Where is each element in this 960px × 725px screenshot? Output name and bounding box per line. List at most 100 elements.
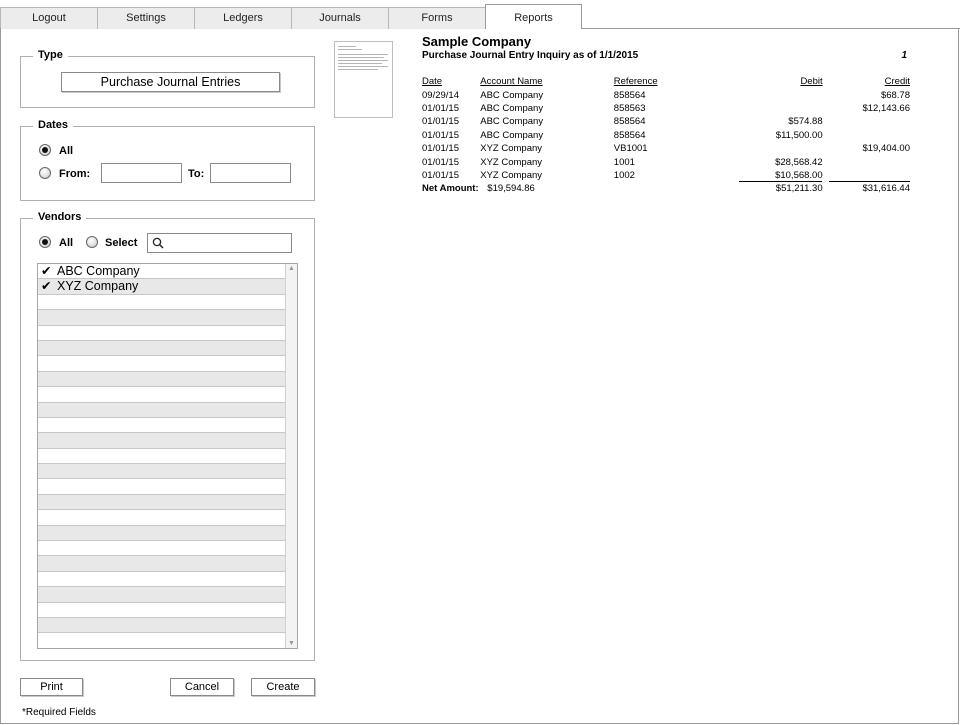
scroll-up-icon[interactable]: ▲ xyxy=(288,265,295,272)
vendor-search-field[interactable] xyxy=(147,233,292,253)
list-item xyxy=(38,617,286,634)
cell-reference: 1001 xyxy=(613,156,635,168)
list-item xyxy=(38,494,286,511)
vendor-name: ABC Company xyxy=(57,264,140,278)
cell-date: 01/01/15 xyxy=(422,143,459,155)
report-table: Date Account Name Reference Debit Credit… xyxy=(422,75,910,196)
table-row: 01/01/15 XYZ Company VB1001 $19,404.00 xyxy=(422,142,910,155)
tab-logout[interactable]: Logout xyxy=(0,7,98,29)
tab-settings[interactable]: Settings xyxy=(97,7,195,29)
report-total-row: Net Amount: $19,594.86 $51,211.30 $31,61… xyxy=(422,182,910,195)
cell-reference: 858564 xyxy=(613,129,646,141)
print-button[interactable]: Print xyxy=(20,678,83,696)
cancel-button[interactable]: Cancel xyxy=(170,678,234,696)
dates-all-radio[interactable] xyxy=(39,144,51,156)
cell-debit: $11,500.00 xyxy=(775,129,823,141)
net-amount-label: Net Amount: xyxy=(422,183,479,195)
cell-date: 01/01/15 xyxy=(422,116,459,128)
dates-all-label: All xyxy=(59,145,74,157)
net-amount-value: $19,594.86 xyxy=(487,183,535,195)
cell-credit xyxy=(823,129,910,142)
list-item xyxy=(38,433,286,449)
cell-account: XYZ Company xyxy=(480,156,543,168)
type-select-button[interactable]: Purchase Journal Entries xyxy=(61,72,280,92)
cell-credit: $19,404.00 xyxy=(862,143,910,155)
list-item xyxy=(38,371,286,388)
vendors-all-label: All xyxy=(59,237,74,249)
report-subtitle: Purchase Journal Entry Inquiry as of 1/1… xyxy=(422,50,639,61)
list-item[interactable]: ✔ XYZ Company xyxy=(38,279,286,295)
list-item[interactable]: ✔ ABC Company xyxy=(38,264,286,280)
vendor-list-scrollbar[interactable]: ▲ ▼ xyxy=(285,264,297,648)
to-label: To: xyxy=(188,168,205,180)
list-item xyxy=(38,356,286,372)
cell-date: 01/01/15 xyxy=(422,156,459,168)
total-debit: $51,211.30 xyxy=(775,183,823,195)
cell-debit xyxy=(709,142,822,155)
cell-account: ABC Company xyxy=(480,89,544,101)
checkmark-icon[interactable]: ✔ xyxy=(41,264,57,278)
report-page-number: 1 xyxy=(901,50,907,61)
list-item xyxy=(38,603,286,618)
table-row: 01/01/15 ABC Company 858563 $12,143.66 xyxy=(422,102,910,115)
list-item xyxy=(38,340,286,357)
create-button[interactable]: Create xyxy=(251,678,315,696)
vendors-all-radio[interactable] xyxy=(39,236,51,248)
to-date-field[interactable] xyxy=(210,163,291,183)
credit-total-rule xyxy=(829,181,910,182)
tab-reports[interactable]: Reports xyxy=(485,4,582,29)
vendor-list[interactable]: ✔ ABC Company ✔ XYZ Company ▲ ▼ xyxy=(37,263,298,649)
cell-reference: 858563 xyxy=(613,102,646,114)
from-label: From: xyxy=(59,168,91,180)
col-debit: Debit xyxy=(800,76,823,88)
cell-credit: $68.78 xyxy=(880,89,910,101)
vendors-legend: Vendors xyxy=(33,211,87,223)
report-company-name: Sample Company xyxy=(422,34,532,49)
total-credit: $31,616.44 xyxy=(862,183,910,195)
tab-forms[interactable]: Forms xyxy=(388,7,486,29)
cell-account: ABC Company xyxy=(480,102,544,114)
col-date: Date xyxy=(422,76,443,88)
vendors-select-radio[interactable] xyxy=(86,236,98,248)
col-account: Account Name xyxy=(480,76,543,88)
checkmark-icon[interactable]: ✔ xyxy=(41,279,57,293)
tab-ledgers[interactable]: Ledgers xyxy=(194,7,292,29)
cell-reference: VB1001 xyxy=(613,143,648,155)
vendor-name: XYZ Company xyxy=(57,279,139,294)
vendors-select-label: Select xyxy=(105,237,138,249)
search-icon xyxy=(152,237,164,249)
list-item xyxy=(38,387,286,403)
tab-journals[interactable]: Journals xyxy=(291,7,389,29)
cell-reference: 1002 xyxy=(613,169,635,181)
list-item xyxy=(38,541,286,557)
cell-reference: 858564 xyxy=(613,116,646,128)
cell-account: ABC Company xyxy=(480,129,544,141)
cell-date: 01/01/15 xyxy=(422,102,459,114)
dates-range-radio[interactable] xyxy=(39,167,51,179)
cell-date: 09/29/14 xyxy=(422,89,459,101)
table-row: 09/29/14 ABC Company 858564 $68.78 xyxy=(422,88,910,101)
cell-debit xyxy=(709,102,822,115)
report-header-row: Date Account Name Reference Debit Credit xyxy=(422,75,910,88)
report-thumbnail[interactable] xyxy=(334,41,393,118)
scroll-down-icon[interactable]: ▼ xyxy=(288,640,295,647)
from-date-field[interactable] xyxy=(101,163,182,183)
list-item xyxy=(38,572,286,588)
cell-credit xyxy=(823,155,910,168)
table-row: 01/01/15 XYZ Company 1001 $28,568.42 xyxy=(422,155,910,168)
cell-debit xyxy=(709,88,822,101)
required-fields-note: *Required Fields xyxy=(22,707,96,718)
cell-account: XYZ Company xyxy=(480,169,543,181)
list-item xyxy=(38,449,286,465)
vendor-list-rows: ✔ ABC Company ✔ XYZ Company xyxy=(38,264,286,648)
list-item xyxy=(38,587,286,603)
list-item xyxy=(38,633,286,648)
col-credit: Credit xyxy=(884,76,910,88)
cell-credit xyxy=(823,115,910,128)
tab-bar: Logout Settings Ledgers Journals Forms R… xyxy=(0,0,960,29)
list-item xyxy=(38,525,286,542)
table-row: 01/01/15 ABC Company 858564 $11,500.00 xyxy=(422,129,910,142)
cell-account: XYZ Company xyxy=(480,143,543,155)
list-item xyxy=(38,556,286,572)
cell-date: 01/01/15 xyxy=(422,169,459,181)
